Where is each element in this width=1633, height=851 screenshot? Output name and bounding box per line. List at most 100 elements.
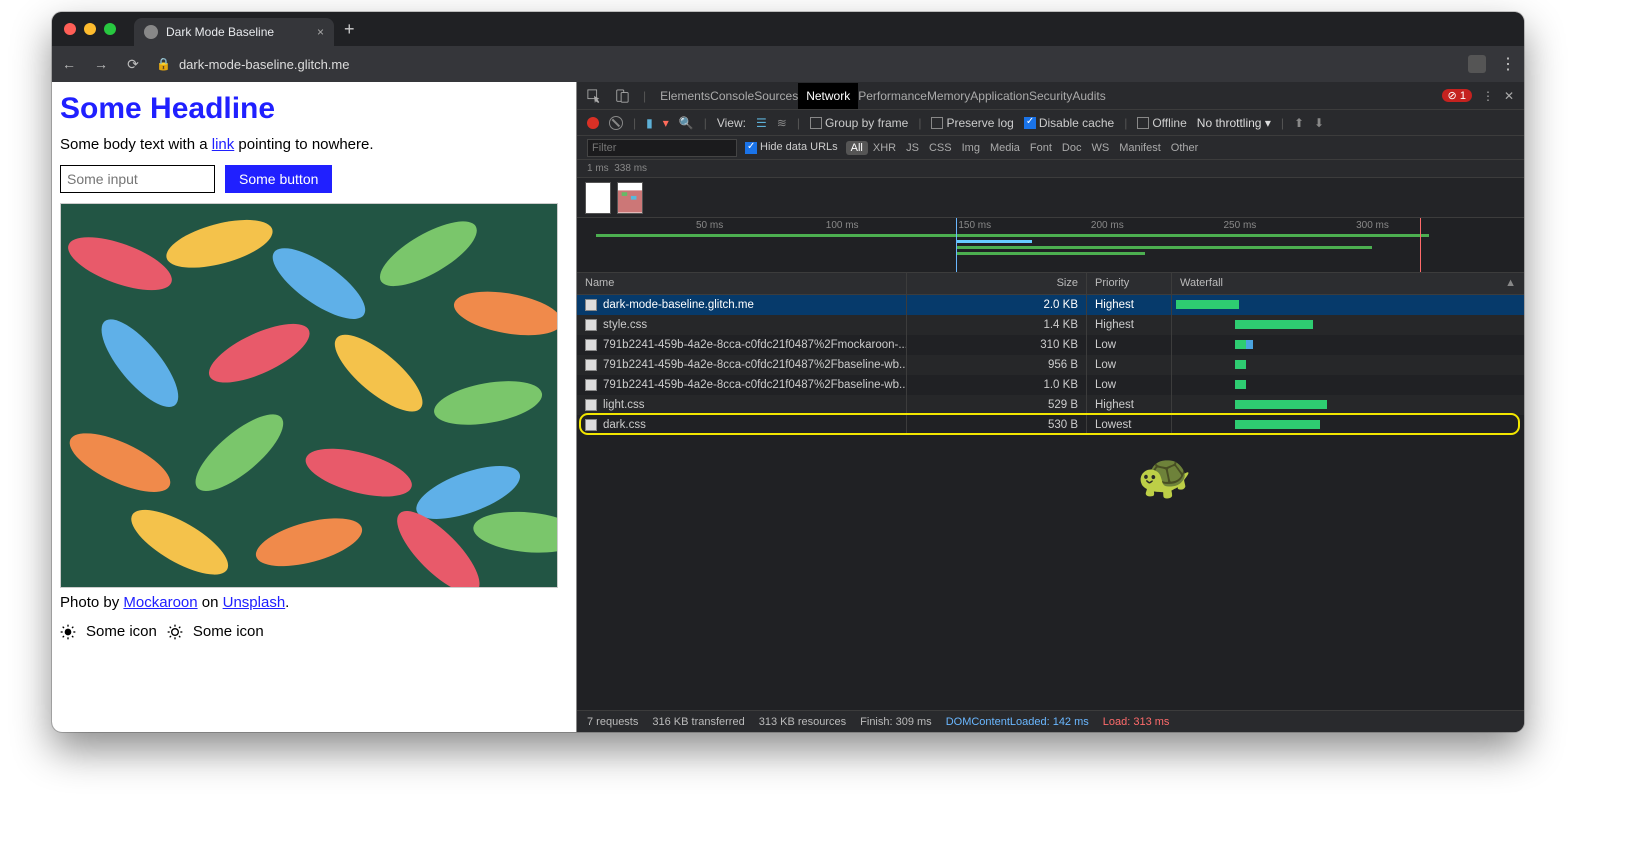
window-minimize[interactable] <box>84 23 96 35</box>
network-row[interactable]: style.css1.4 KBHighest <box>577 315 1524 335</box>
new-tab-button[interactable]: + <box>344 19 355 40</box>
filter-type-manifest[interactable]: Manifest <box>1114 141 1166 155</box>
file-type-icon <box>585 339 597 351</box>
sun-icon <box>60 624 76 640</box>
address-bar: ← → ⟳ 🔒 dark-mode-baseline.glitch.me ⋮ <box>52 46 1524 82</box>
network-row[interactable]: 791b2241-459b-4a2e-8cca-c0fdc21f0487%2Fm… <box>577 335 1524 355</box>
extension-icon[interactable] <box>1468 55 1486 73</box>
status-requests: 7 requests <box>587 716 638 728</box>
clear-button[interactable] <box>609 116 623 130</box>
overview-timeline[interactable]: 50 ms100 ms150 ms200 ms250 ms300 ms <box>577 218 1524 273</box>
col-header-waterfall[interactable]: Waterfall▲ <box>1172 273 1524 294</box>
browser-menu-icon[interactable]: ⋮ <box>1500 54 1516 74</box>
network-row[interactable]: light.css529 BHighest <box>577 395 1524 415</box>
window-controls <box>52 23 128 35</box>
throttling-select[interactable]: No throttling ▾ <box>1197 116 1271 130</box>
omnibox[interactable]: 🔒 dark-mode-baseline.glitch.me <box>156 57 349 72</box>
credit-post: . <box>285 594 289 611</box>
filter-input[interactable] <box>587 139 737 157</box>
page-headline: Some Headline <box>60 92 568 126</box>
filter-type-media[interactable]: Media <box>985 141 1025 155</box>
credit-site-link[interactable]: Unsplash <box>223 594 286 611</box>
network-status-bar: 7 requests 316 KB transferred 313 KB res… <box>577 710 1524 732</box>
search-icon[interactable]: 🔍 <box>679 116 694 130</box>
devtools-tab-elements[interactable]: Elements <box>660 89 710 103</box>
devtools-more-icon[interactable]: ⋮ <box>1482 89 1494 103</box>
turtle-icon: 🐢 <box>1137 450 1192 502</box>
network-row[interactable]: 791b2241-459b-4a2e-8cca-c0fdc21f0487%2Fb… <box>577 375 1524 395</box>
row-waterfall <box>1172 415 1524 435</box>
credit-pre: Photo by <box>60 594 123 611</box>
devtools-tab-console[interactable]: Console <box>710 89 754 103</box>
network-row[interactable]: dark.css530 BLowest <box>577 415 1524 435</box>
row-waterfall <box>1172 295 1524 315</box>
offline-checkbox[interactable]: Offline <box>1137 116 1186 130</box>
row-name: 791b2241-459b-4a2e-8cca-c0fdc21f0487%2Fm… <box>603 339 907 351</box>
devtools-tab-application[interactable]: Application <box>970 89 1029 103</box>
body-link[interactable]: link <box>212 136 235 153</box>
browser-window: Dark Mode Baseline × + ← → ⟳ 🔒 dark-mode… <box>52 12 1524 732</box>
filter-type-doc[interactable]: Doc <box>1057 141 1087 155</box>
preserve-log-checkbox[interactable]: Preserve log <box>931 116 1013 130</box>
devtools-tab-memory[interactable]: Memory <box>927 89 970 103</box>
filter-icon[interactable]: ▾ <box>663 116 669 130</box>
col-header-priority[interactable]: Priority <box>1087 273 1172 294</box>
some-input[interactable] <box>60 165 215 193</box>
error-badge[interactable]: ⊘ 1 <box>1442 89 1472 102</box>
col-header-name[interactable]: Name <box>577 273 907 294</box>
disable-cache-checkbox[interactable]: Disable cache <box>1024 116 1114 130</box>
row-size: 1.0 KB <box>907 375 1087 395</box>
filter-type-font[interactable]: Font <box>1025 141 1057 155</box>
hide-data-urls-checkbox[interactable]: Hide data URLs <box>745 141 838 153</box>
icon-label-2: Some icon <box>193 623 264 640</box>
browser-tab[interactable]: Dark Mode Baseline × <box>134 18 334 46</box>
window-close[interactable] <box>64 23 76 35</box>
sun-icon <box>167 624 183 640</box>
filmstrip-frame[interactable] <box>617 182 643 214</box>
browser-tabs: Dark Mode Baseline × <box>134 12 334 46</box>
view-overview-icon[interactable]: ≋ <box>777 116 787 130</box>
file-type-icon <box>585 299 597 311</box>
nav-back-icon[interactable]: ← <box>60 56 78 72</box>
nav-forward-icon[interactable]: → <box>92 56 110 72</box>
credit-author-link[interactable]: Mockaroon <box>123 594 197 611</box>
window-maximize[interactable] <box>104 23 116 35</box>
row-waterfall <box>1172 395 1524 415</box>
network-row[interactable]: 791b2241-459b-4a2e-8cca-c0fdc21f0487%2Fb… <box>577 355 1524 375</box>
devtools-tab-sources[interactable]: Sources <box>754 89 798 103</box>
file-type-icon <box>585 379 597 391</box>
filter-type-css[interactable]: CSS <box>924 141 957 155</box>
filmstrip[interactable] <box>577 178 1524 218</box>
nav-reload-icon[interactable]: ⟳ <box>124 56 142 73</box>
view-list-icon[interactable]: ☰ <box>756 116 767 130</box>
form-row: Some button <box>60 165 568 193</box>
filter-type-other[interactable]: Other <box>1166 141 1204 155</box>
device-toggle-icon[interactable] <box>615 89 629 103</box>
devtools-tab-audits[interactable]: Audits <box>1072 89 1105 103</box>
upload-har-icon[interactable]: ⬆ <box>1294 116 1304 130</box>
filter-type-ws[interactable]: WS <box>1086 141 1114 155</box>
record-button[interactable] <box>587 117 599 129</box>
inspect-icon[interactable] <box>587 89 601 103</box>
network-row[interactable]: dark-mode-baseline.glitch.me2.0 KBHighes… <box>577 295 1524 315</box>
filter-type-all[interactable]: All <box>846 141 868 155</box>
devtools-tab-performance[interactable]: Performance <box>858 89 927 103</box>
credit-mid: on <box>198 594 223 611</box>
tab-close-icon[interactable]: × <box>317 25 324 39</box>
row-size: 2.0 KB <box>907 295 1087 315</box>
download-har-icon[interactable]: ⬇ <box>1314 116 1324 130</box>
group-by-frame-checkbox[interactable]: Group by frame <box>810 116 908 130</box>
filter-type-xhr[interactable]: XHR <box>868 141 901 155</box>
row-priority: Low <box>1087 355 1172 375</box>
body-text: Some body text with a <box>60 136 212 153</box>
filter-type-js[interactable]: JS <box>901 141 924 155</box>
filmstrip-frame[interactable] <box>585 182 611 214</box>
devtools-close-icon[interactable]: ✕ <box>1504 89 1514 103</box>
some-button[interactable]: Some button <box>225 165 332 193</box>
devtools-tab-network[interactable]: Network <box>798 83 858 109</box>
col-header-size[interactable]: Size <box>907 273 1087 294</box>
devtools-tab-security[interactable]: Security <box>1029 89 1072 103</box>
filter-type-img[interactable]: Img <box>957 141 985 155</box>
row-waterfall <box>1172 315 1524 335</box>
filmstrip-icon[interactable]: ▮ <box>646 116 653 130</box>
